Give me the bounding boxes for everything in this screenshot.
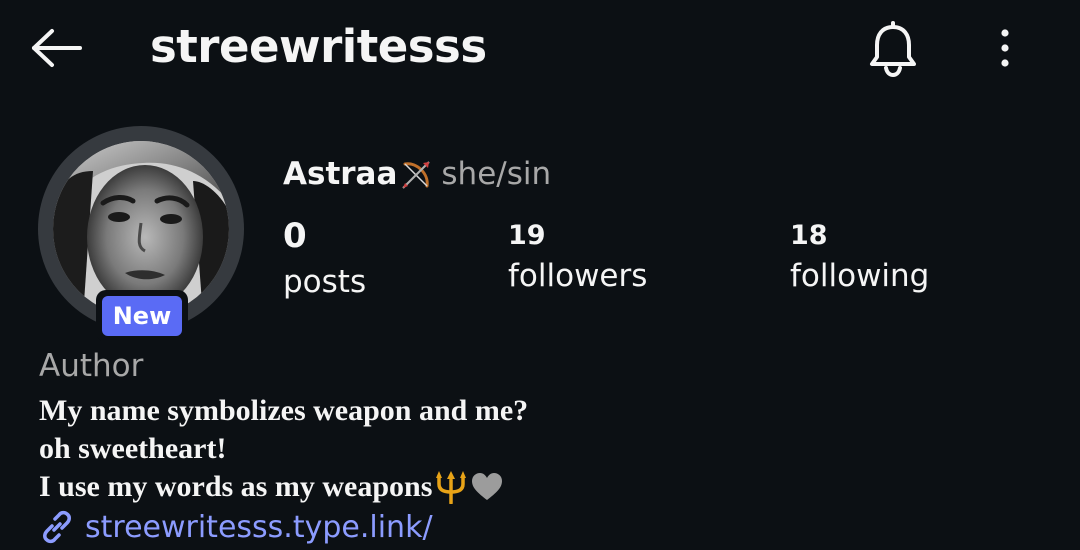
link-icon [43, 510, 71, 544]
profile-name-line: Astraa she/sin [283, 152, 551, 196]
bow-and-arrow-icon [402, 161, 431, 189]
bio-link-text[interactable]: streewritesss.type.link/ [85, 510, 433, 545]
bio-line-with-emojis: I use my words as my weapons [39, 468, 528, 506]
trident-icon [436, 471, 467, 504]
new-badge: New [96, 290, 188, 342]
display-name: Astraa [283, 156, 398, 192]
following-label: following [790, 258, 930, 294]
bio-text: My name symbolizes weapon and me? oh swe… [39, 392, 528, 506]
followers-count: 19 [508, 220, 546, 251]
arrow-left-icon [32, 29, 82, 67]
profile-username: streewritesss [150, 20, 487, 73]
following-count: 18 [790, 220, 828, 251]
bio-line: My name symbolizes weapon and me? [39, 394, 529, 427]
pronouns: she/sin [441, 156, 552, 192]
posts-count: 0 [283, 216, 307, 256]
bio-link[interactable]: streewritesss.type.link/ [39, 506, 433, 548]
stat-following[interactable]: 18 following [790, 216, 929, 296]
bio-line-text: I use my words as my weapons [39, 470, 433, 503]
more-vertical-icon [1001, 29, 1009, 67]
stat-posts[interactable]: 0 posts [283, 216, 366, 302]
more-options-button[interactable] [985, 22, 1025, 74]
notifications-button[interactable] [860, 16, 926, 82]
grey-heart-icon [472, 473, 503, 500]
followers-label: followers [508, 258, 648, 294]
bio-line: oh sweetheart! [39, 432, 227, 465]
profile-screen: streewritesss New Astraa she/sin 0 posts… [0, 0, 1080, 550]
bell-icon [870, 21, 916, 77]
posts-label: posts [283, 264, 367, 300]
back-button[interactable] [24, 22, 88, 74]
stat-followers[interactable]: 19 followers [508, 216, 647, 296]
profile-category: Author [39, 348, 144, 384]
new-badge-label: New [102, 296, 182, 336]
